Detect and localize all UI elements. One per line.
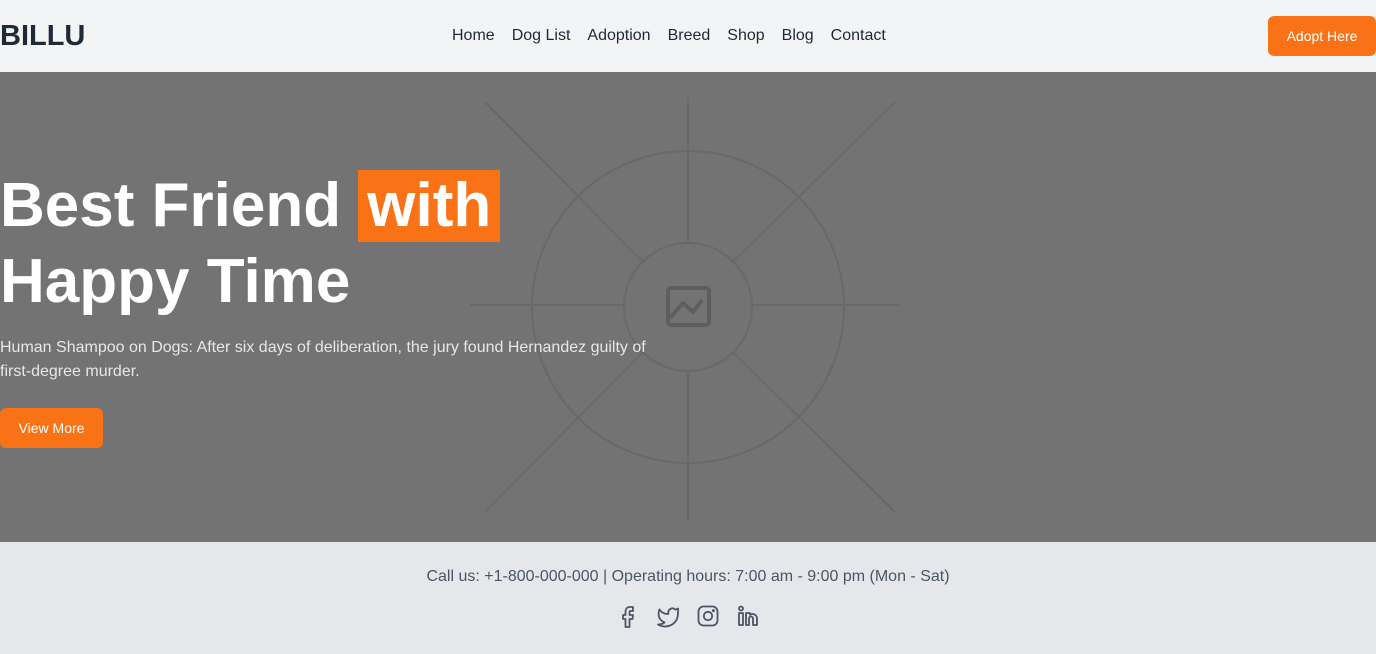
hero-section: Best Friend with Happy Time Human Shampo… (0, 72, 1376, 542)
nav-link-blog[interactable]: Blog (782, 27, 814, 45)
nav-link-contact[interactable]: Contact (831, 27, 886, 45)
hero-title: Best Friend with Happy Time (0, 168, 700, 320)
nav-link-shop[interactable]: Shop (727, 27, 764, 45)
hero-title-highlight: with (358, 170, 501, 242)
nav-link-dog-list[interactable]: Dog List (512, 27, 571, 45)
nav-link-breed[interactable]: Breed (668, 27, 711, 45)
footer-contact-info: Call us: +1-800-000-000 | Operating hour… (426, 568, 950, 585)
view-more-button[interactable]: View More (0, 408, 103, 448)
navbar: BILLU Home Dog List Adoption Breed Shop … (0, 0, 1376, 72)
adopt-here-button[interactable]: Adopt Here (1268, 16, 1376, 56)
logo[interactable]: BILLU (0, 0, 85, 72)
main-nav: Home Dog List Adoption Breed Shop Blog C… (452, 0, 886, 72)
hero-title-part1: Best Friend (0, 171, 342, 240)
social-links (0, 604, 1376, 628)
linkedin-icon[interactable] (736, 604, 760, 628)
twitter-icon[interactable] (656, 604, 680, 628)
nav-link-home[interactable]: Home (452, 27, 495, 45)
facebook-icon[interactable] (616, 604, 640, 628)
instagram-icon[interactable] (696, 604, 720, 628)
hero-content: Best Friend with Happy Time Human Shampo… (0, 168, 700, 448)
footer: Call us: +1-800-000-000 | Operating hour… (0, 542, 1376, 654)
nav-link-adoption[interactable]: Adoption (587, 27, 650, 45)
hero-description: Human Shampoo on Dogs: After six days of… (0, 339, 646, 380)
hero-title-part2: Happy Time (0, 247, 351, 316)
